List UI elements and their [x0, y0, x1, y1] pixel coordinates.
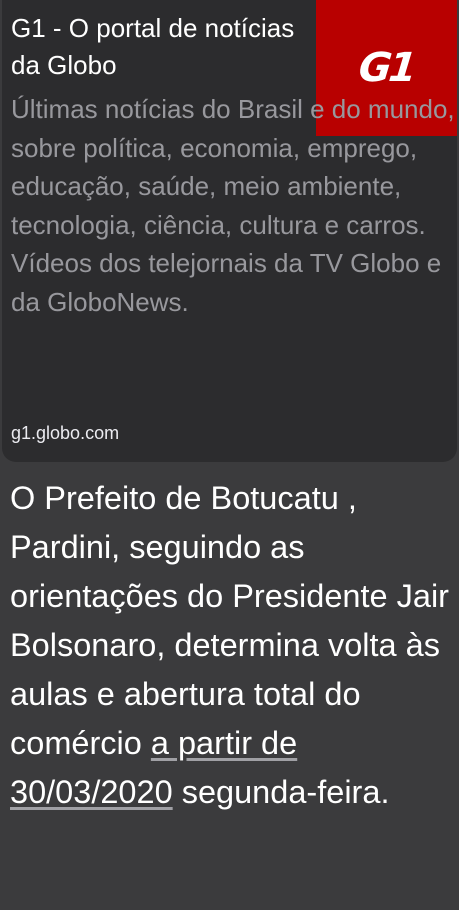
link-preview-title: G1 - O portal de notícias da Globo	[11, 13, 295, 80]
message-text: O Prefeito de Botucatu , Pardini, seguin…	[10, 474, 455, 817]
message-body-end: segunda-feira.	[172, 774, 390, 810]
link-preview-url: g1.globo.com	[11, 423, 120, 443]
link-preview-card[interactable]: G1 G1 - O portal de notícias da Globo Úl…	[2, 0, 457, 462]
g1-logo-icon: G1	[356, 45, 417, 91]
message-body: O Prefeito de Botucatu , Pardini, seguin…	[10, 480, 450, 761]
link-preview-description: Últimas notícias do Brasil e do mundo, s…	[11, 94, 455, 317]
